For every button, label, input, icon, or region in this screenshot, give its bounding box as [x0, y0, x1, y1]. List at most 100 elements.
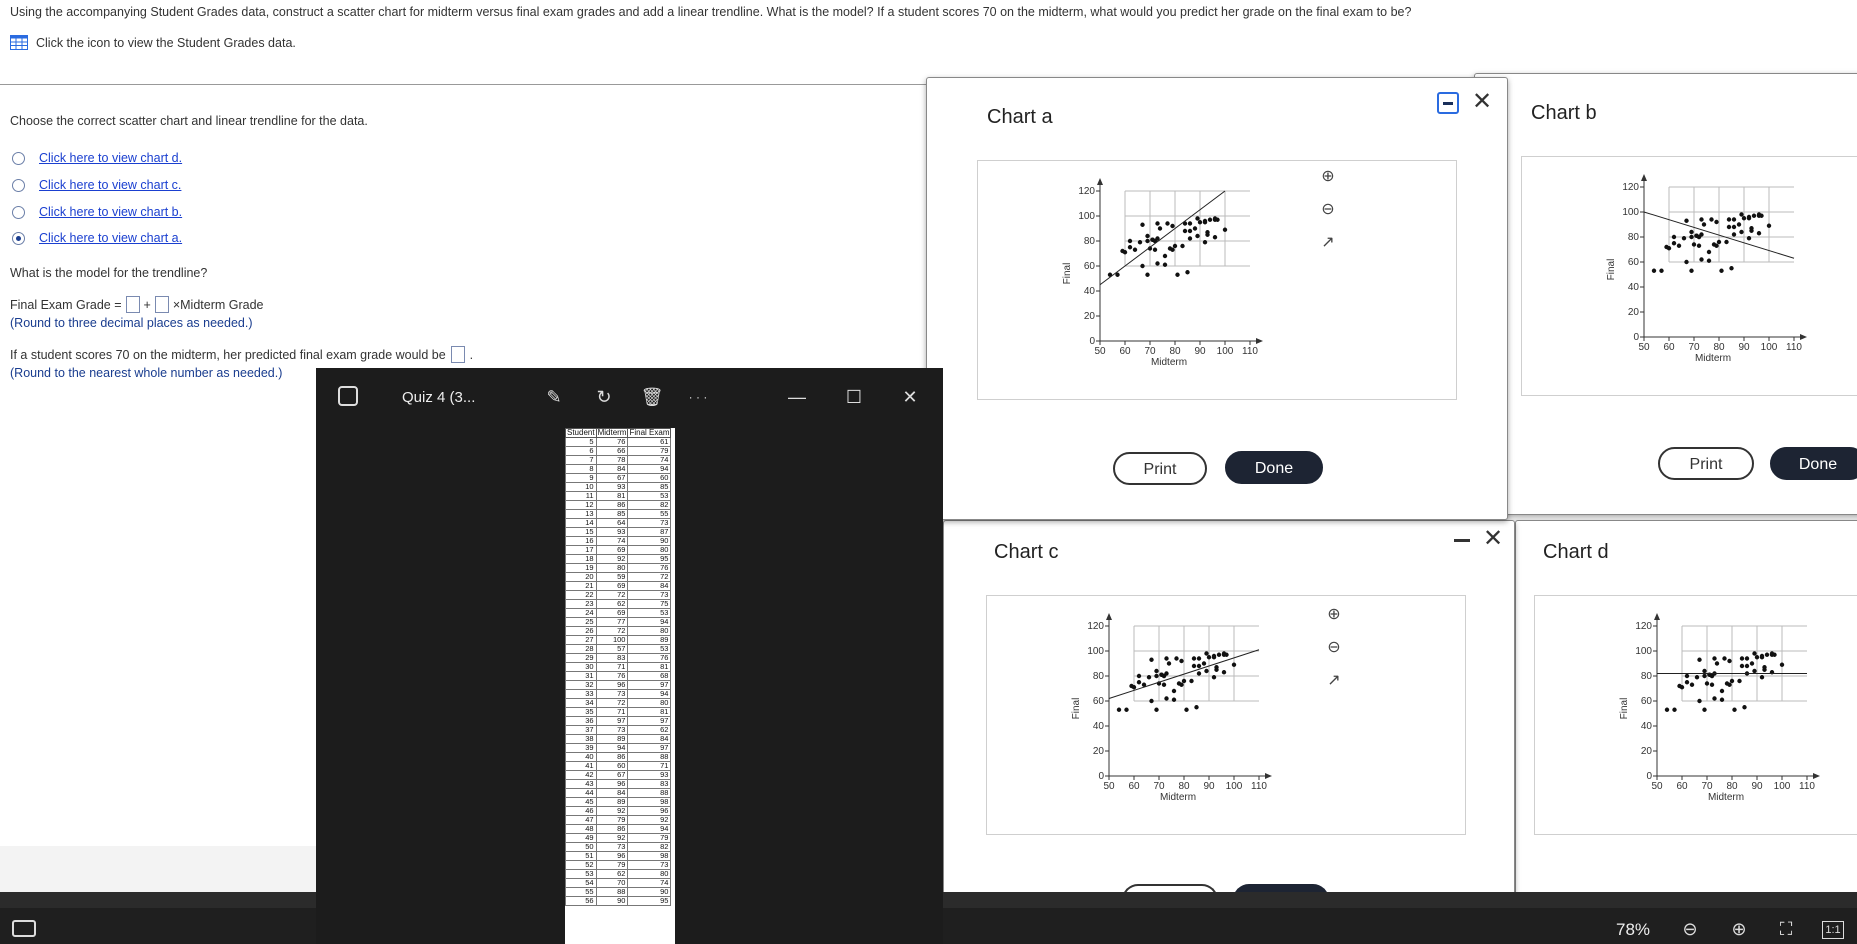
data-point	[1215, 217, 1220, 222]
chart-a-minimize-button[interactable]	[1437, 92, 1459, 114]
choose-prompt: Choose the correct scatter chart and lin…	[10, 114, 368, 128]
chart-a-print-button[interactable]: Print	[1113, 452, 1207, 485]
chart-c-zoom-out-icon[interactable]: ⊖	[1323, 637, 1345, 659]
chart-d-plot: 50 60 70 80 90 100 110 0 20 40 60 80 100 120 Midterm Fi…	[1619, 613, 1820, 803]
data-point	[1739, 229, 1744, 235]
data-point	[1149, 657, 1154, 662]
radio-chart-c[interactable]	[12, 178, 25, 192]
link-chart-a[interactable]: Click here to view chart a.	[39, 231, 182, 245]
data-point	[1759, 653, 1765, 659]
x-tick-label: 110	[1251, 781, 1267, 792]
data-point	[1704, 681, 1710, 686]
option-chart-c[interactable]: Click here to view chart c.	[12, 178, 181, 192]
viewer-title: Quiz 4 (3...	[402, 389, 476, 406]
data-point	[1231, 662, 1237, 667]
option-chart-b[interactable]: Click here to view chart b.	[12, 205, 182, 219]
data-point	[1731, 224, 1737, 230]
y-tick-label: 80	[1628, 232, 1640, 243]
table-icon[interactable]	[10, 35, 28, 50]
window-maximize-icon[interactable]: ☐	[840, 384, 868, 410]
data-point	[1714, 219, 1719, 225]
prediction-input[interactable]	[450, 346, 465, 363]
zoom-out-icon[interactable]: ⊖	[1677, 919, 1703, 941]
chart-c-popout-icon[interactable]: ↗	[1323, 670, 1345, 692]
data-point	[1175, 272, 1180, 277]
option-chart-a[interactable]: Click here to view chart a.	[12, 231, 182, 245]
actual-size-button[interactable]: 1:1	[1822, 921, 1844, 939]
window-minimize-icon[interactable]: —	[783, 384, 811, 410]
y-tick-label: 120	[1078, 186, 1095, 197]
delete-icon[interactable]: 🗑	[638, 384, 666, 410]
data-point	[1746, 236, 1752, 241]
pred-suffix: .	[469, 347, 474, 362]
fit-screen-icon[interactable]: ⛶	[1773, 919, 1799, 941]
slope-input[interactable]	[154, 296, 169, 313]
data-point	[1187, 236, 1193, 241]
data-point	[1194, 705, 1199, 710]
window-close-icon[interactable]: ✕	[896, 384, 924, 410]
chart-a-zoom-out-icon[interactable]: ⊖	[1317, 199, 1339, 221]
link-chart-d[interactable]: Click here to view chart d.	[39, 151, 182, 165]
y-tick-label: 120	[1635, 621, 1652, 632]
link-chart-c[interactable]: Click here to view chart c.	[39, 178, 181, 192]
y-tick-label: 100	[1635, 646, 1652, 657]
y-tick-label: 0	[1098, 771, 1104, 782]
data-point	[1764, 652, 1770, 657]
chart-a-popout-icon[interactable]: ↗	[1317, 232, 1339, 254]
x-tick-label: 110	[1799, 781, 1815, 792]
data-point	[1759, 675, 1765, 680]
intercept-input[interactable]	[125, 296, 140, 313]
chart-c-zoom-in-icon[interactable]: ⊕	[1323, 604, 1345, 626]
round-hint-1: (Round to three decimal places as needed…	[10, 316, 253, 330]
rotate-icon[interactable]: ↻	[590, 384, 618, 410]
edit-image-icon[interactable]: ✎	[540, 384, 568, 410]
data-point	[1729, 678, 1735, 684]
chart-b-done-button[interactable]: Done	[1770, 447, 1857, 480]
radio-chart-b[interactable]	[12, 205, 25, 219]
data-point	[1727, 682, 1732, 687]
zoom-in-icon[interactable]: ⊕	[1726, 919, 1752, 941]
data-point	[1187, 228, 1193, 234]
radio-chart-a[interactable]	[12, 231, 25, 245]
data-point	[1171, 688, 1177, 694]
chart-group: 50 60 70 80 90 100 110 0 20 40 60 80 100 120 Midterm Fi…	[1619, 613, 1820, 803]
data-point	[1197, 220, 1203, 225]
chart-b-title: Chart b	[1531, 102, 1597, 124]
y-tick-label: 60	[1628, 257, 1640, 268]
x-axis-label: Midterm	[1708, 792, 1744, 803]
data-point	[1714, 243, 1719, 248]
data-point	[1222, 227, 1228, 232]
data-point	[1694, 675, 1700, 680]
chart-a-close-icon[interactable]: ✕	[1470, 90, 1494, 114]
data-point	[1140, 222, 1145, 227]
data-point	[1195, 233, 1200, 239]
chart-a-done-button[interactable]: Done	[1225, 451, 1323, 484]
y-tick-label: 100	[1622, 207, 1639, 218]
divider	[0, 84, 926, 85]
data-point	[1756, 231, 1762, 236]
y-axis-arrow	[1641, 174, 1647, 181]
data-point	[1752, 668, 1757, 674]
option-chart-d[interactable]: Click here to view chart d.	[12, 151, 182, 165]
equation-row: Final Exam Grade = + ×Midterm Grade	[10, 296, 263, 313]
chart-a-plot: 50 60 70 80 90 100 110 0 20 40 60 80 100 120 Midterm Fi…	[1062, 178, 1263, 368]
table-row: 56 90 95	[565, 896, 672, 906]
data-point	[1181, 678, 1187, 684]
x-tick-label: 110	[1242, 346, 1258, 357]
data-point	[1211, 675, 1217, 680]
data-point	[1727, 658, 1732, 664]
more-options-icon[interactable]: · · ·	[684, 384, 712, 410]
eq-plus: +	[143, 297, 151, 312]
chart-a-zoom-in-icon[interactable]: ⊕	[1317, 166, 1339, 188]
data-point	[1749, 226, 1754, 231]
chart-c-minimize-button[interactable]	[1454, 539, 1470, 542]
data-link[interactable]: Click the icon to view the Student Grade…	[10, 35, 296, 50]
link-chart-b[interactable]: Click here to view chart b.	[39, 205, 182, 219]
chart-c-close-icon[interactable]: ✕	[1481, 527, 1505, 551]
chart-b-print-button[interactable]: Print	[1658, 447, 1754, 480]
spreadsheet-image: Student Midterm Final Exam 5 76 61 6 66 79 7 78…	[565, 428, 675, 944]
data-point	[1202, 218, 1208, 224]
keyboard-icon[interactable]	[12, 920, 36, 937]
data-point	[1726, 217, 1732, 222]
radio-chart-d[interactable]	[12, 151, 25, 165]
